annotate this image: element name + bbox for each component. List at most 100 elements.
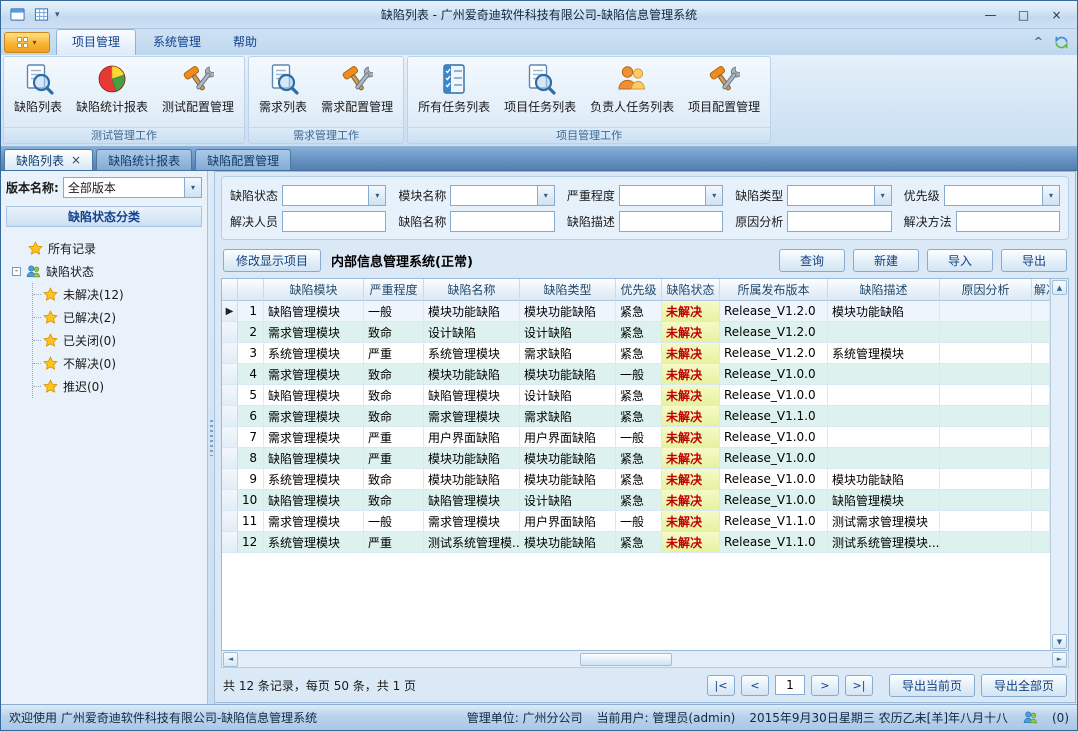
filter-defect-name-input[interactable] [450, 211, 554, 232]
project-tasks-button[interactable]: 项目任务列表 [497, 59, 583, 127]
tree-wontfix[interactable]: 不解决(0) [33, 352, 200, 375]
header-col-defect-type[interactable]: 缺陷类型 [520, 279, 616, 301]
filter-defect-status-input[interactable]: ▾ [282, 185, 386, 206]
page-number-input[interactable] [775, 675, 805, 695]
new-button[interactable]: 新建 [853, 249, 919, 272]
filter-cause-analysis-field[interactable] [788, 212, 890, 231]
doc-tab-defect-list[interactable]: 缺陷列表× [4, 149, 93, 170]
maximize-button[interactable]: □ [1009, 5, 1038, 24]
filter-priority-input[interactable]: ▾ [944, 185, 1060, 206]
filter-defect-status-field[interactable] [283, 186, 368, 205]
close-button[interactable]: × [1042, 5, 1071, 24]
requirement-list-button[interactable]: 需求列表 [252, 59, 314, 127]
page-last-button[interactable]: >| [845, 675, 873, 696]
ribbon-collapse-icon[interactable]: ^ [1034, 37, 1043, 47]
filter-resolver-field[interactable] [283, 212, 385, 231]
application-menu-button[interactable]: ▾ [4, 32, 50, 53]
tree-defect-status[interactable]: -缺陷状态 [8, 260, 200, 283]
filter-severity-input[interactable]: ▾ [619, 185, 723, 206]
header-col-solution[interactable]: 解决方法 [1032, 279, 1050, 301]
doc-tab-defect-config[interactable]: 缺陷配置管理 [195, 149, 291, 170]
filter-cause-analysis-input[interactable] [787, 211, 891, 232]
page-first-button[interactable]: |< [707, 675, 735, 696]
table-row[interactable]: 11需求管理模块一般需求管理模块用户界面缺陷一般未解决Release_V1.1.… [222, 511, 1050, 532]
owner-tasks-button[interactable]: 负责人任务列表 [583, 59, 681, 127]
filter-module-name-field[interactable] [451, 186, 536, 205]
chevron-down-icon[interactable]: ▾ [184, 178, 201, 197]
table-row[interactable]: 5缺陷管理模块致命缺陷管理模块设计缺陷紧急未解决Release_V1.0.0 [222, 385, 1050, 406]
tab-system-management[interactable]: 系统管理 [138, 29, 216, 55]
tree-unresolved[interactable]: 未解决(12) [33, 283, 200, 306]
collapse-node-icon[interactable]: - [12, 267, 21, 276]
hscroll-thumb[interactable] [580, 653, 672, 666]
header-col-priority[interactable]: 优先级 [616, 279, 662, 301]
filter-defect-name-field[interactable] [451, 212, 553, 231]
filter-priority-field[interactable] [945, 186, 1042, 205]
export-button[interactable]: 导出 [1001, 249, 1067, 272]
filter-defect-type-field[interactable] [788, 186, 873, 205]
filter-solution-field[interactable] [957, 212, 1059, 231]
filter-resolver-input[interactable] [282, 211, 386, 232]
splitter[interactable] [208, 171, 215, 704]
page-prev-button[interactable]: < [741, 675, 769, 696]
filter-defect-desc-field[interactable] [620, 212, 722, 231]
import-button[interactable]: 导入 [927, 249, 993, 272]
table-row[interactable]: 6需求管理模块致命需求管理模块需求缺陷紧急未解决Release_V1.1.0 [222, 406, 1050, 427]
modify-display-button[interactable]: 修改显示项目 [223, 249, 321, 272]
export-all-pages-button[interactable]: 导出全部页 [981, 674, 1067, 697]
filter-solution-input[interactable] [956, 211, 1060, 232]
doc-tab-defect-report[interactable]: 缺陷统计报表 [96, 149, 192, 170]
header-col-module[interactable]: 缺陷模块 [264, 279, 364, 301]
all-tasks-button[interactable]: 所有任务列表 [411, 59, 497, 127]
table-row[interactable]: 3系统管理模块严重系统管理模块需求缺陷紧急未解决Release_V1.2.0系统… [222, 343, 1050, 364]
header-col-severity[interactable]: 严重程度 [364, 279, 424, 301]
sync-icon[interactable] [1051, 33, 1071, 51]
filter-severity-field[interactable] [620, 186, 705, 205]
scroll-up-icon[interactable]: ▲ [1052, 280, 1067, 295]
chevron-down-icon[interactable]: ▾ [705, 186, 722, 205]
header-col-cause[interactable]: 原因分析 [940, 279, 1032, 301]
app-window-icon[interactable] [7, 6, 27, 24]
table-row[interactable]: 9系统管理模块致命模块功能缺陷模块功能缺陷紧急未解决Release_V1.0.0… [222, 469, 1050, 490]
tab-help[interactable]: 帮助 [218, 29, 272, 55]
close-tab-icon[interactable]: × [71, 155, 81, 165]
chevron-down-icon[interactable]: ▾ [874, 186, 891, 205]
header-col-description[interactable]: 缺陷描述 [828, 279, 940, 301]
chevron-down-icon[interactable]: ▾ [368, 186, 385, 205]
filter-module-name-input[interactable]: ▾ [450, 185, 554, 206]
filter-defect-desc-input[interactable] [619, 211, 723, 232]
export-current-page-button[interactable]: 导出当前页 [889, 674, 975, 697]
test-config-button[interactable]: 测试配置管理 [155, 59, 241, 127]
tree-resolved[interactable]: 已解决(2) [33, 306, 200, 329]
defect-report-button[interactable]: 缺陷统计报表 [69, 59, 155, 127]
scroll-right-icon[interactable]: ► [1052, 652, 1067, 667]
defect-list-button[interactable]: 缺陷列表 [7, 59, 69, 127]
page-next-button[interactable]: > [811, 675, 839, 696]
tab-project-management[interactable]: 项目管理 [56, 29, 136, 55]
qat-dropdown-icon[interactable]: ▾ [55, 10, 60, 20]
tree-all-records[interactable]: 所有记录 [8, 237, 200, 260]
table-row[interactable]: 4需求管理模块致命模块功能缺陷模块功能缺陷一般未解决Release_V1.0.0 [222, 364, 1050, 385]
header-col-status[interactable]: 缺陷状态 [662, 279, 720, 301]
table-row[interactable]: 10缺陷管理模块致命缺陷管理模块设计缺陷紧急未解决Release_V1.0.0缺… [222, 490, 1050, 511]
header-col-release[interactable]: 所属发布版本 [720, 279, 828, 301]
scroll-down-icon[interactable]: ▼ [1052, 634, 1067, 649]
table-row[interactable]: 8缺陷管理模块严重模块功能缺陷模块功能缺陷紧急未解决Release_V1.0.0 [222, 448, 1050, 469]
grid-view-icon[interactable] [31, 6, 51, 24]
table-row[interactable]: ▶1缺陷管理模块一般模块功能缺陷模块功能缺陷紧急未解决Release_V1.2.… [222, 301, 1050, 322]
header-col-defect-name[interactable]: 缺陷名称 [424, 279, 520, 301]
version-combobox[interactable]: 全部版本 ▾ [63, 177, 202, 198]
vertical-scrollbar[interactable]: ▲ ▼ [1050, 279, 1068, 650]
hscroll-track[interactable] [239, 653, 1051, 666]
table-row[interactable]: 7需求管理模块严重用户界面缺陷用户界面缺陷一般未解决Release_V1.0.0 [222, 427, 1050, 448]
requirement-config-button[interactable]: 需求配置管理 [314, 59, 400, 127]
minimize-button[interactable]: — [976, 5, 1005, 24]
query-button[interactable]: 查询 [779, 249, 845, 272]
filter-defect-type-input[interactable]: ▾ [787, 185, 891, 206]
chevron-down-icon[interactable]: ▾ [537, 186, 554, 205]
tree-deferred[interactable]: 推迟(0) [33, 375, 200, 398]
tree-closed[interactable]: 已关闭(0) [33, 329, 200, 352]
project-config-button[interactable]: 项目配置管理 [681, 59, 767, 127]
horizontal-scrollbar[interactable]: ◄ ► [221, 651, 1069, 668]
table-row[interactable]: 12系统管理模块严重测试系统管理模...模块功能缺陷紧急未解决Release_V… [222, 532, 1050, 553]
